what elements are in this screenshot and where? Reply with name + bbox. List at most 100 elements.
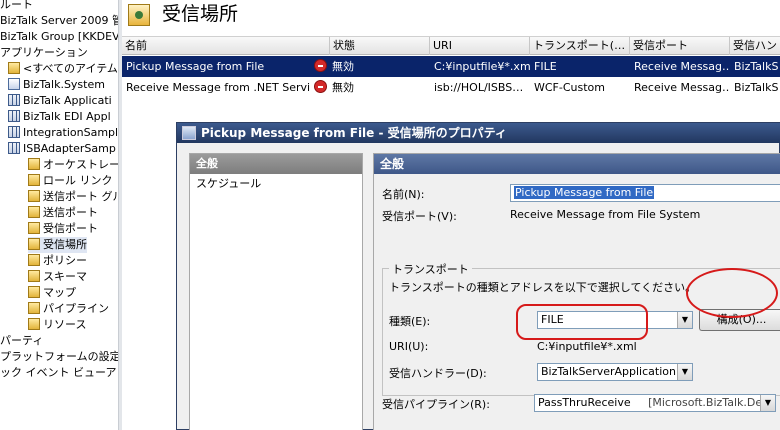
configure-button[interactable]: 構成(O)... xyxy=(699,309,780,331)
tree-item-label: パイプライン xyxy=(43,302,109,315)
tree-item[interactable]: ルート xyxy=(0,0,33,13)
tree-item[interactable]: プラットフォームの設定 xyxy=(0,349,118,365)
tree-item-label: ISBAdapterSamp xyxy=(23,142,116,155)
tree-item-label: リソース xyxy=(43,318,87,331)
row-transport: WCF-Custom xyxy=(534,81,605,94)
tree-item[interactable]: ック イベント ビューア (ロー xyxy=(0,365,118,381)
handler-label: 受信ハンドラー(D): xyxy=(389,367,487,380)
folder-icon xyxy=(28,302,40,314)
tree-item[interactable]: 送信ポート グル xyxy=(28,189,118,205)
tree-item-label: ック イベント ビューア (ロー xyxy=(0,366,118,379)
chevron-down-icon[interactable]: ▼ xyxy=(760,395,775,411)
row-handler: BizTalkS xyxy=(734,81,779,94)
page-header: 受信場所 xyxy=(122,0,780,36)
tree-item-label: 送信ポート xyxy=(43,206,98,219)
panel-title: 全般 xyxy=(374,154,780,174)
tree-item[interactable]: IntegrationSample xyxy=(8,125,118,141)
folder-icon xyxy=(28,158,40,170)
folder-icon xyxy=(28,238,40,250)
tree-item[interactable]: BizTalk Server 2009 管理 xyxy=(0,13,118,29)
chevron-down-icon[interactable]: ▼ xyxy=(677,312,692,328)
dialog-title-bar[interactable]: Pickup Message from File - 受信場所のプロパティ xyxy=(177,123,780,143)
col-uri[interactable]: URI xyxy=(430,37,530,55)
folder-icon xyxy=(28,206,40,218)
name-field[interactable]: Pickup Message from File xyxy=(510,184,780,202)
tree-item-label: BizTalk.System xyxy=(23,78,105,91)
tree-item[interactable]: BizTalk EDI Appl xyxy=(8,109,111,125)
application-icon xyxy=(8,142,20,154)
row-receive-port: Receive Messag… xyxy=(634,81,730,94)
dialog-nav: 全般 スケジュール xyxy=(189,153,363,430)
col-transport[interactable]: トランスポート(… xyxy=(530,37,630,55)
receive-handler-select[interactable]: BizTalkServerApplication ▼ xyxy=(537,363,693,381)
col-handler[interactable]: 受信ハン xyxy=(730,37,780,55)
col-status[interactable]: 状態 xyxy=(330,37,430,55)
tree-item[interactable]: BizTalk.System xyxy=(8,77,105,93)
properties-dialog: Pickup Message from File - 受信場所のプロパティ 全般… xyxy=(176,122,780,430)
tree-item[interactable]: 受信ポート xyxy=(28,221,98,237)
folder-icon xyxy=(8,62,20,74)
folder-icon xyxy=(28,286,40,298)
dialog-title: Pickup Message from File - 受信場所のプロパティ xyxy=(201,126,507,140)
row-handler: BizTalkS xyxy=(734,60,779,73)
folder-icon xyxy=(28,270,40,282)
tree-item-label: IntegrationSample xyxy=(23,126,118,139)
tree-item-label: パーティ xyxy=(0,334,44,347)
tree-item[interactable]: 送信ポート xyxy=(28,205,98,221)
tree-item[interactable]: BizTalk Applicati xyxy=(8,93,112,109)
tree-item[interactable]: マップ xyxy=(28,285,76,301)
receive-port-label: 受信ポート(V): xyxy=(382,210,457,223)
table-row[interactable]: Receive Message from .NET Servi… 無効 isb:… xyxy=(122,77,780,98)
nav-general[interactable]: 全般 xyxy=(190,154,362,174)
tree-item[interactable]: <すべてのアイテム> xyxy=(8,61,118,77)
name-label: 名前(N): xyxy=(382,188,425,201)
tree-item[interactable]: オーケストレーシ xyxy=(28,157,118,173)
row-receive-port: Receive Messag… xyxy=(634,60,730,73)
chevron-down-icon[interactable]: ▼ xyxy=(677,364,692,380)
application-icon xyxy=(8,94,20,106)
tree-item-label: 受信場所 xyxy=(43,238,87,251)
tree-item[interactable]: スキーマ xyxy=(28,269,87,285)
biztalk-admin-console: ルート BizTalk Server 2009 管理 BizTalk Group [… xyxy=(0,0,780,430)
tree-item[interactable]: リソース xyxy=(28,317,86,333)
tree-item[interactable]: ロール リンク xyxy=(28,173,113,189)
transport-group-title: トランスポート xyxy=(389,261,472,277)
folder-icon xyxy=(28,174,40,186)
col-name[interactable]: 名前 xyxy=(122,37,330,55)
tree-item-label: BizTalk Server 2009 管理 xyxy=(0,14,118,27)
folder-icon xyxy=(28,254,40,266)
receive-location-icon xyxy=(128,4,150,26)
tree-item[interactable]: ISBAdapterSamp xyxy=(8,141,116,157)
tree-item-label: マップ xyxy=(43,286,76,299)
tree-item[interactable]: ポリシー xyxy=(28,253,87,269)
row-uri: C:¥inputfile¥*.xml xyxy=(434,60,530,73)
system-app-icon xyxy=(8,78,20,90)
disabled-icon xyxy=(314,80,327,93)
tree-item[interactable]: 受信場所 xyxy=(28,237,87,253)
disabled-icon xyxy=(314,59,327,72)
nav-schedule[interactable]: スケジュール xyxy=(190,174,362,194)
receive-location-icon xyxy=(182,126,196,140)
row-status: 無効 xyxy=(310,77,430,98)
tree-item[interactable]: アプリケーション xyxy=(0,45,88,61)
col-receive-port[interactable]: 受信ポート xyxy=(630,37,730,55)
transport-type-select[interactable]: FILE ▼ xyxy=(537,311,693,329)
general-panel: 全般 名前(N): Pickup Message from File 受信ポート… xyxy=(373,153,780,430)
tree-item-label: 受信ポート xyxy=(43,222,98,235)
application-icon xyxy=(8,110,20,122)
tree-item-label: BizTalk Group [KKDEVE xyxy=(0,30,118,43)
console-tree[interactable]: ルート BizTalk Server 2009 管理 BizTalk Group [… xyxy=(0,0,118,430)
row-name: Receive Message from .NET Servi… xyxy=(126,81,310,94)
tree-item[interactable]: パイプライン xyxy=(28,301,109,317)
tree-item[interactable]: BizTalk Group [KKDEVE xyxy=(0,29,118,45)
row-name: Pickup Message from File xyxy=(126,60,265,73)
folder-icon xyxy=(28,318,40,330)
table-row[interactable]: Pickup Message from File 無効 C:¥inputfile… xyxy=(122,56,780,77)
receive-port-value: Receive Message from File System xyxy=(510,208,701,221)
tree-item[interactable]: パーティ xyxy=(0,333,43,349)
folder-icon xyxy=(28,222,40,234)
row-status: 無効 xyxy=(310,56,430,77)
receive-pipeline-select[interactable]: PassThruReceive [Microsoft.BizTalk.De ▼ xyxy=(534,394,776,412)
uri-label: URI(U): xyxy=(389,340,429,353)
application-icon xyxy=(8,126,20,138)
